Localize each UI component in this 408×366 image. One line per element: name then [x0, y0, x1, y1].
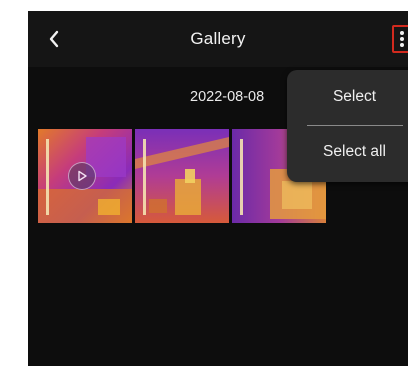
- options-menu: Select Select all: [287, 70, 408, 182]
- more-vertical-icon: [400, 31, 404, 47]
- page-title: Gallery: [190, 29, 246, 48]
- menu-item-select-all[interactable]: Select all: [287, 143, 408, 161]
- more-options-button[interactable]: [392, 25, 408, 53]
- play-button[interactable]: [68, 162, 96, 190]
- menu-item-select[interactable]: Select: [287, 88, 408, 106]
- gallery-screen: Gallery 2022-08-08 Select Select all: [28, 11, 408, 366]
- menu-divider: [307, 125, 403, 126]
- top-bar: Gallery: [28, 11, 408, 67]
- play-icon: [78, 170, 87, 182]
- thermal-image: [135, 129, 229, 223]
- date-group-label: 2022-08-08: [190, 89, 265, 105]
- gallery-thumbnail-photo[interactable]: [135, 129, 229, 223]
- gallery-thumbnail-video[interactable]: [38, 129, 132, 223]
